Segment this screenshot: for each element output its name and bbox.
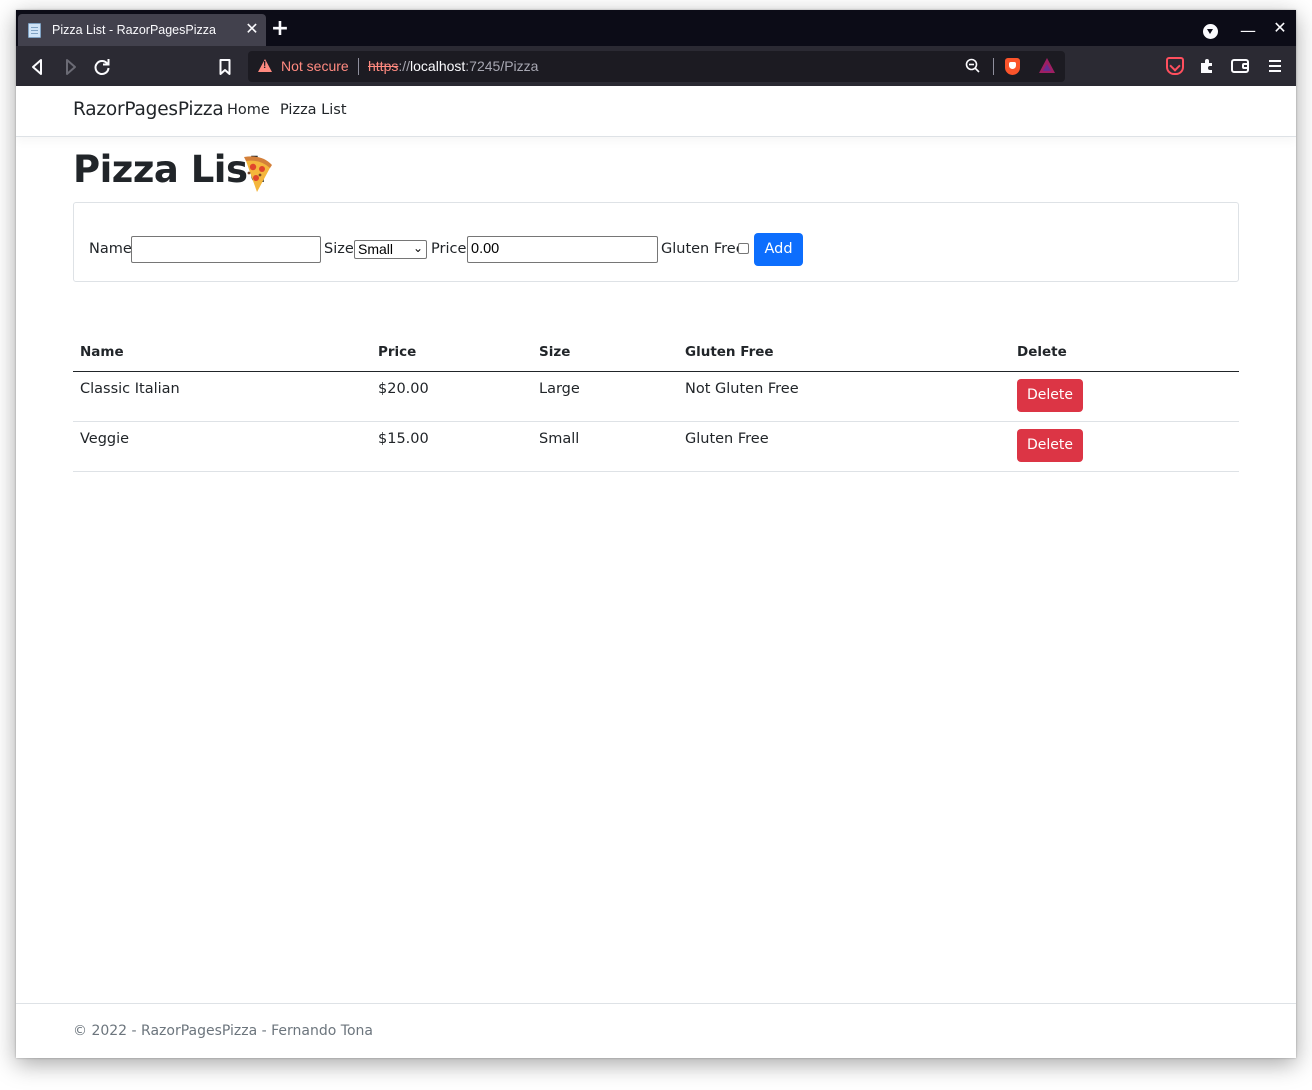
size-label: Size <box>324 241 354 257</box>
back-icon[interactable] <box>25 54 51 80</box>
name-label: Name <box>89 241 132 257</box>
url-separator: :// <box>398 58 411 74</box>
list-all-tabs-icon[interactable] <box>1198 10 1222 46</box>
url-divider <box>358 58 359 75</box>
cell-name: Veggie <box>80 431 130 447</box>
cell-size: Small <box>539 431 580 447</box>
minimize-window-icon[interactable]: — <box>1236 10 1260 46</box>
column-header-name: Name <box>80 344 124 360</box>
price-label: Price <box>431 241 467 257</box>
chevron-down-icon: ⌄ <box>412 241 423 255</box>
cell-price: $15.00 <box>378 431 429 447</box>
delete-button[interactable]: Delete <box>1017 379 1083 412</box>
url-path: :7245/Pizza <box>465 58 539 74</box>
url-text[interactable]: https://localhost:7245/Pizza <box>368 58 538 74</box>
name-input[interactable] <box>131 236 321 263</box>
table-row: Classic Italian $20.00 Large Not Gluten … <box>73 372 1239 422</box>
gluten-free-checkbox[interactable] <box>738 243 749 254</box>
size-select[interactable]: Small ⌄ <box>354 240 427 259</box>
price-input[interactable]: 0.00 <box>467 236 658 263</box>
brand-link[interactable]: RazorPagesPizza <box>73 99 224 120</box>
close-window-icon[interactable]: ✕ <box>1268 10 1292 46</box>
column-header-gluten-free: Gluten Free <box>685 344 774 360</box>
table-row: Veggie $15.00 Small Gluten Free Delete <box>73 422 1239 472</box>
tab-title: Pizza List - RazorPagesPizza <box>52 23 216 37</box>
extensions-puzzle-icon[interactable] <box>1198 57 1216 75</box>
tab-close-icon[interactable]: ✕ <box>242 19 262 39</box>
browser-tab-active[interactable]: Pizza List - RazorPagesPizza ✕ <box>18 14 266 46</box>
size-selected-value: Small <box>358 241 394 257</box>
page-favicon-icon <box>28 23 41 38</box>
security-label[interactable]: Not secure <box>281 58 349 74</box>
url-protocol: https <box>368 58 399 74</box>
cell-gluten-free: Not Gluten Free <box>685 381 799 397</box>
nav-link-home[interactable]: Home <box>227 102 270 118</box>
address-bar[interactable]: Not secure https://localhost:7245/Pizza <box>248 51 1065 82</box>
cell-name: Classic Italian <box>80 381 180 397</box>
cell-price: $20.00 <box>378 381 429 397</box>
cell-gluten-free: Gluten Free <box>685 431 769 447</box>
site-footer: © 2022 - RazorPagesPizza - Fernando Tona <box>16 1003 1296 1058</box>
column-header-price: Price <box>378 344 417 360</box>
add-button[interactable]: Add <box>754 233 803 266</box>
warning-icon <box>258 59 272 72</box>
column-header-delete: Delete <box>1017 344 1067 360</box>
page-content: RazorPagesPizza Home Pizza List Pizza Li… <box>16 86 1296 1058</box>
reload-icon[interactable] <box>89 54 115 80</box>
zoom-out-icon[interactable] <box>964 57 982 75</box>
footer-copyright: © 2022 - RazorPagesPizza - Fernando Tona <box>73 1023 373 1039</box>
url-divider-2 <box>993 58 994 75</box>
pizza-slice-icon <box>244 156 272 192</box>
browser-window: Pizza List - RazorPagesPizza ✕ + — ✕ Not… <box>16 10 1296 1058</box>
brave-shields-icon[interactable] <box>1005 58 1020 75</box>
hamburger-menu-icon[interactable] <box>1266 57 1284 75</box>
new-tab-icon[interactable]: + <box>268 17 292 41</box>
brave-rewards-icon[interactable] <box>1039 58 1055 73</box>
add-pizza-form: Name Size Small ⌄ Price 0.00 Gluten Free … <box>73 202 1239 282</box>
delete-button[interactable]: Delete <box>1017 429 1083 462</box>
forward-icon[interactable] <box>57 54 83 80</box>
tab-strip: Pizza List - RazorPagesPizza ✕ + — ✕ <box>16 10 1296 46</box>
gluten-free-label: Gluten Free <box>661 241 745 257</box>
url-host: localhost <box>410 58 466 74</box>
cell-size: Large <box>539 381 580 397</box>
browser-toolbar: Not secure https://localhost:7245/Pizza <box>16 46 1296 86</box>
site-navbar: RazorPagesPizza Home Pizza List <box>16 86 1296 137</box>
pocket-icon[interactable] <box>1166 57 1184 75</box>
nav-link-pizza-list[interactable]: Pizza List <box>280 102 347 118</box>
column-header-size: Size <box>539 344 571 360</box>
wallet-icon[interactable] <box>1231 59 1249 73</box>
bookmark-icon[interactable] <box>212 54 238 80</box>
